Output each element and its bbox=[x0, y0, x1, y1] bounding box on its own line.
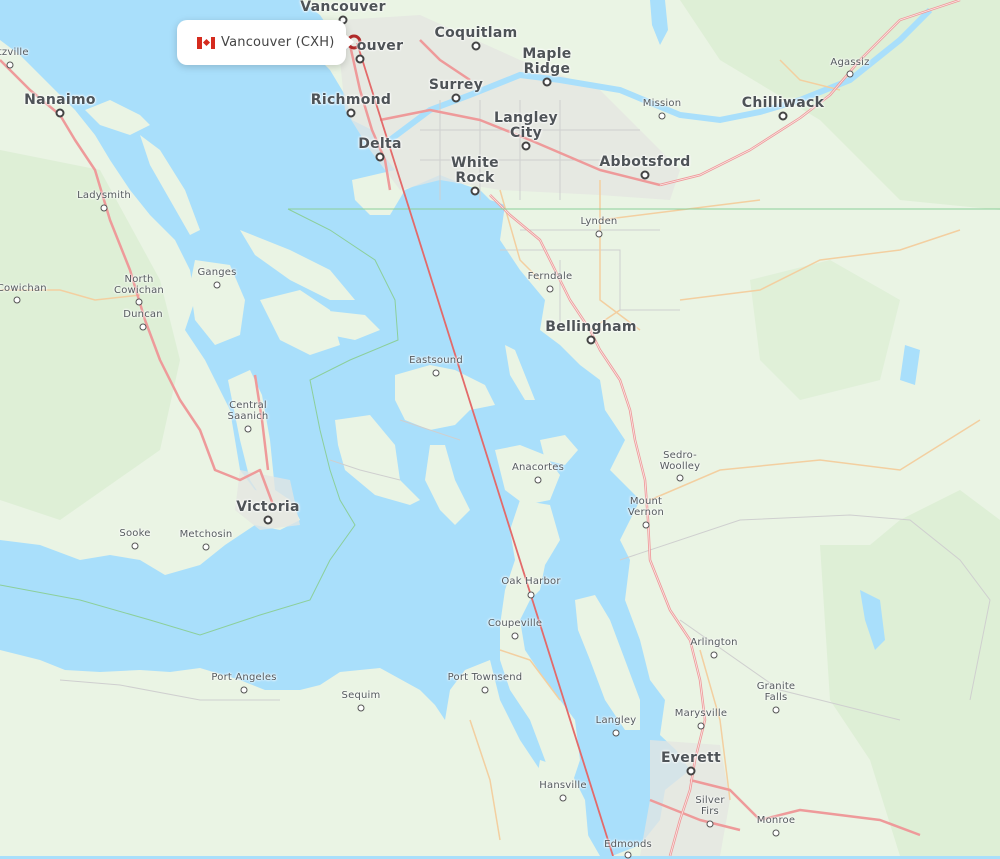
city-dot-agassiz bbox=[846, 70, 854, 78]
city-dot-bellingham bbox=[586, 335, 596, 345]
city-dot-marysville bbox=[697, 722, 705, 730]
city-dot-langley bbox=[612, 729, 620, 737]
city-label-white-rock: White Rock bbox=[451, 155, 499, 186]
city-dot-port-townsend bbox=[481, 686, 489, 694]
city-label-north-vancouver: ouver bbox=[356, 38, 404, 54]
city-dot-chilliwack bbox=[778, 111, 788, 121]
city-label-ladysmith: Ladysmith bbox=[77, 190, 131, 201]
origin-tooltip-label: Vancouver (CXH) bbox=[221, 35, 335, 50]
city-label-sooke: Sooke bbox=[119, 528, 151, 539]
city-label-richmond: Richmond bbox=[310, 92, 392, 108]
city-label-langley: Langley bbox=[595, 715, 637, 726]
city-dot-abbotsford bbox=[640, 170, 650, 180]
city-label-surrey: Surrey bbox=[428, 77, 484, 93]
city-dot-sequim bbox=[357, 704, 365, 712]
city-dot-sooke bbox=[131, 542, 139, 550]
city-label-delta: Delta bbox=[358, 136, 402, 152]
city-label-mission: Mission bbox=[642, 98, 682, 109]
city-label-silver-firs: Silver Firs bbox=[695, 795, 725, 817]
city-dot-duncan bbox=[139, 323, 147, 331]
city-label-vancouver: Vancouver bbox=[300, 0, 386, 15]
city-label-everett: Everett bbox=[660, 750, 722, 766]
city-dot-silver-firs bbox=[706, 820, 714, 828]
city-label-north-cowichan: North Cowichan bbox=[114, 274, 164, 296]
city-dot-ladysmith bbox=[100, 204, 108, 212]
city-dot-central-saanich bbox=[244, 425, 252, 433]
city-label-coquitlam: Coquitlam bbox=[434, 25, 518, 41]
city-label-lake-cowichan: e Cowichan bbox=[0, 283, 47, 294]
city-label-chilliwack: Chilliwack bbox=[741, 95, 825, 111]
city-dot-arlington bbox=[710, 651, 718, 659]
city-label-eastsound: Eastsound bbox=[409, 355, 463, 366]
city-dot-north-vancouver bbox=[355, 54, 365, 64]
city-dot-eastsound bbox=[432, 369, 440, 377]
city-label-maple-ridge: Maple Ridge bbox=[522, 46, 572, 77]
city-label-lantzville: ntzville bbox=[0, 47, 29, 58]
city-dot-ferndale bbox=[546, 285, 554, 293]
city-label-port-angeles: Port Angeles bbox=[211, 672, 277, 683]
city-dot-white-rock bbox=[470, 186, 480, 196]
city-label-metchosin: Metchosin bbox=[179, 529, 233, 540]
city-dot-north-cowichan bbox=[135, 298, 143, 306]
city-dot-edmonds bbox=[624, 851, 632, 859]
city-label-anacortes: Anacortes bbox=[511, 462, 565, 473]
canada-flag-icon bbox=[197, 36, 215, 49]
city-dot-maple-ridge bbox=[542, 77, 552, 87]
city-dot-langley-city bbox=[521, 141, 531, 151]
city-label-abbotsford: Abbotsford bbox=[599, 154, 691, 170]
city-label-oak-harbor: Oak Harbor bbox=[501, 576, 561, 587]
city-label-marysville: Marysville bbox=[674, 708, 728, 719]
city-label-victoria: Victoria bbox=[236, 499, 300, 515]
city-dot-everett bbox=[686, 766, 696, 776]
city-dot-granite-falls bbox=[772, 706, 780, 714]
city-label-agassiz: Agassiz bbox=[830, 57, 870, 68]
city-dot-ganges bbox=[213, 281, 221, 289]
city-dot-coupeville bbox=[511, 632, 519, 640]
city-label-hansville: Hansville bbox=[539, 780, 587, 791]
city-dot-mount-vernon bbox=[642, 521, 650, 529]
city-label-duncan: Duncan bbox=[123, 309, 163, 320]
city-dot-anacortes bbox=[534, 476, 542, 484]
city-label-lynden: Lynden bbox=[580, 216, 618, 227]
city-dot-monroe bbox=[772, 829, 780, 837]
city-dot-oak-harbor bbox=[527, 591, 535, 599]
city-dot-metchosin bbox=[202, 543, 210, 551]
city-dot-surrey bbox=[451, 93, 461, 103]
city-label-coupeville: Coupeville bbox=[487, 618, 543, 629]
city-dot-victoria bbox=[263, 515, 273, 525]
city-dot-delta bbox=[375, 152, 385, 162]
origin-tooltip[interactable]: Vancouver (CXH) bbox=[177, 20, 354, 65]
city-label-arlington: Arlington bbox=[690, 637, 738, 648]
city-label-sequim: Sequim bbox=[341, 690, 381, 701]
city-label-central-saanich: Central Saanich bbox=[227, 400, 269, 422]
city-dot-nanaimo bbox=[55, 108, 65, 118]
city-label-bellingham: Bellingham bbox=[545, 319, 637, 335]
city-dot-coquitlam bbox=[471, 41, 481, 51]
city-dot-sedro-woolley bbox=[676, 474, 684, 482]
city-label-ganges: Ganges bbox=[197, 267, 237, 278]
city-dot-mission bbox=[658, 112, 666, 120]
city-label-mount-vernon: Mount Vernon bbox=[627, 496, 665, 518]
city-label-sedro-woolley: Sedro- Woolley bbox=[659, 450, 701, 472]
city-dot-port-angeles bbox=[240, 686, 248, 694]
city-dot-richmond bbox=[346, 108, 356, 118]
city-label-granite-falls: Granite Falls bbox=[756, 681, 796, 703]
city-label-monroe: Monroe bbox=[756, 815, 796, 826]
city-dot-lake-cowichan bbox=[13, 296, 21, 304]
city-dot-lantzville bbox=[6, 61, 14, 69]
city-label-edmonds: Edmonds bbox=[604, 839, 652, 850]
city-label-ferndale: Ferndale bbox=[527, 271, 573, 282]
city-label-port-townsend: Port Townsend bbox=[447, 672, 523, 683]
city-label-nanaimo: Nanaimo bbox=[24, 92, 96, 108]
city-dot-hansville bbox=[559, 794, 567, 802]
city-dot-lynden bbox=[595, 230, 603, 238]
city-label-langley-city: Langley City bbox=[494, 110, 558, 141]
